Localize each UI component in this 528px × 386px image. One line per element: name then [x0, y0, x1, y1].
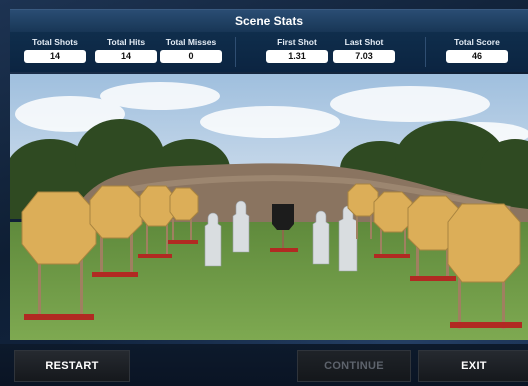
- stat-total-hits: Total Hits 14: [95, 36, 157, 63]
- stat-label: Total Misses: [165, 37, 217, 47]
- stat-total-misses: Total Misses 0: [160, 36, 222, 63]
- stat-value: 7.03: [333, 50, 395, 63]
- stat-value: 46: [446, 50, 508, 63]
- restart-button[interactable]: RESTART: [14, 350, 130, 382]
- range-image: [10, 74, 528, 340]
- stat-value: 14: [24, 50, 86, 63]
- stat-first-shot: First Shot 1.31: [266, 36, 328, 63]
- divider: [425, 37, 426, 67]
- stat-label: Last Shot: [344, 37, 384, 47]
- stat-total-score: Total Score 46: [446, 36, 508, 63]
- stat-total-shots: Total Shots 14: [24, 36, 86, 63]
- continue-button[interactable]: CONTINUE: [297, 350, 411, 382]
- button-bar: RESTART CONTINUE EXIT: [0, 344, 528, 386]
- exit-button[interactable]: EXIT: [418, 350, 528, 382]
- stat-label: Total Shots: [32, 37, 78, 47]
- stat-value: 14: [95, 50, 157, 63]
- stat-last-shot: Last Shot 7.03: [333, 36, 395, 63]
- shooting-range-scene: [10, 74, 528, 340]
- stats-title: Scene Stats: [10, 10, 528, 32]
- stat-label: First Shot: [277, 37, 317, 47]
- stat-value: 0: [160, 50, 222, 63]
- stat-value: 1.31: [266, 50, 328, 63]
- stat-label: Total Hits: [106, 37, 146, 47]
- divider: [235, 37, 236, 67]
- stat-label: Total Score: [454, 37, 500, 47]
- scene-stats-panel: Scene Stats Total Shots 14 Total Hits 14…: [10, 9, 528, 72]
